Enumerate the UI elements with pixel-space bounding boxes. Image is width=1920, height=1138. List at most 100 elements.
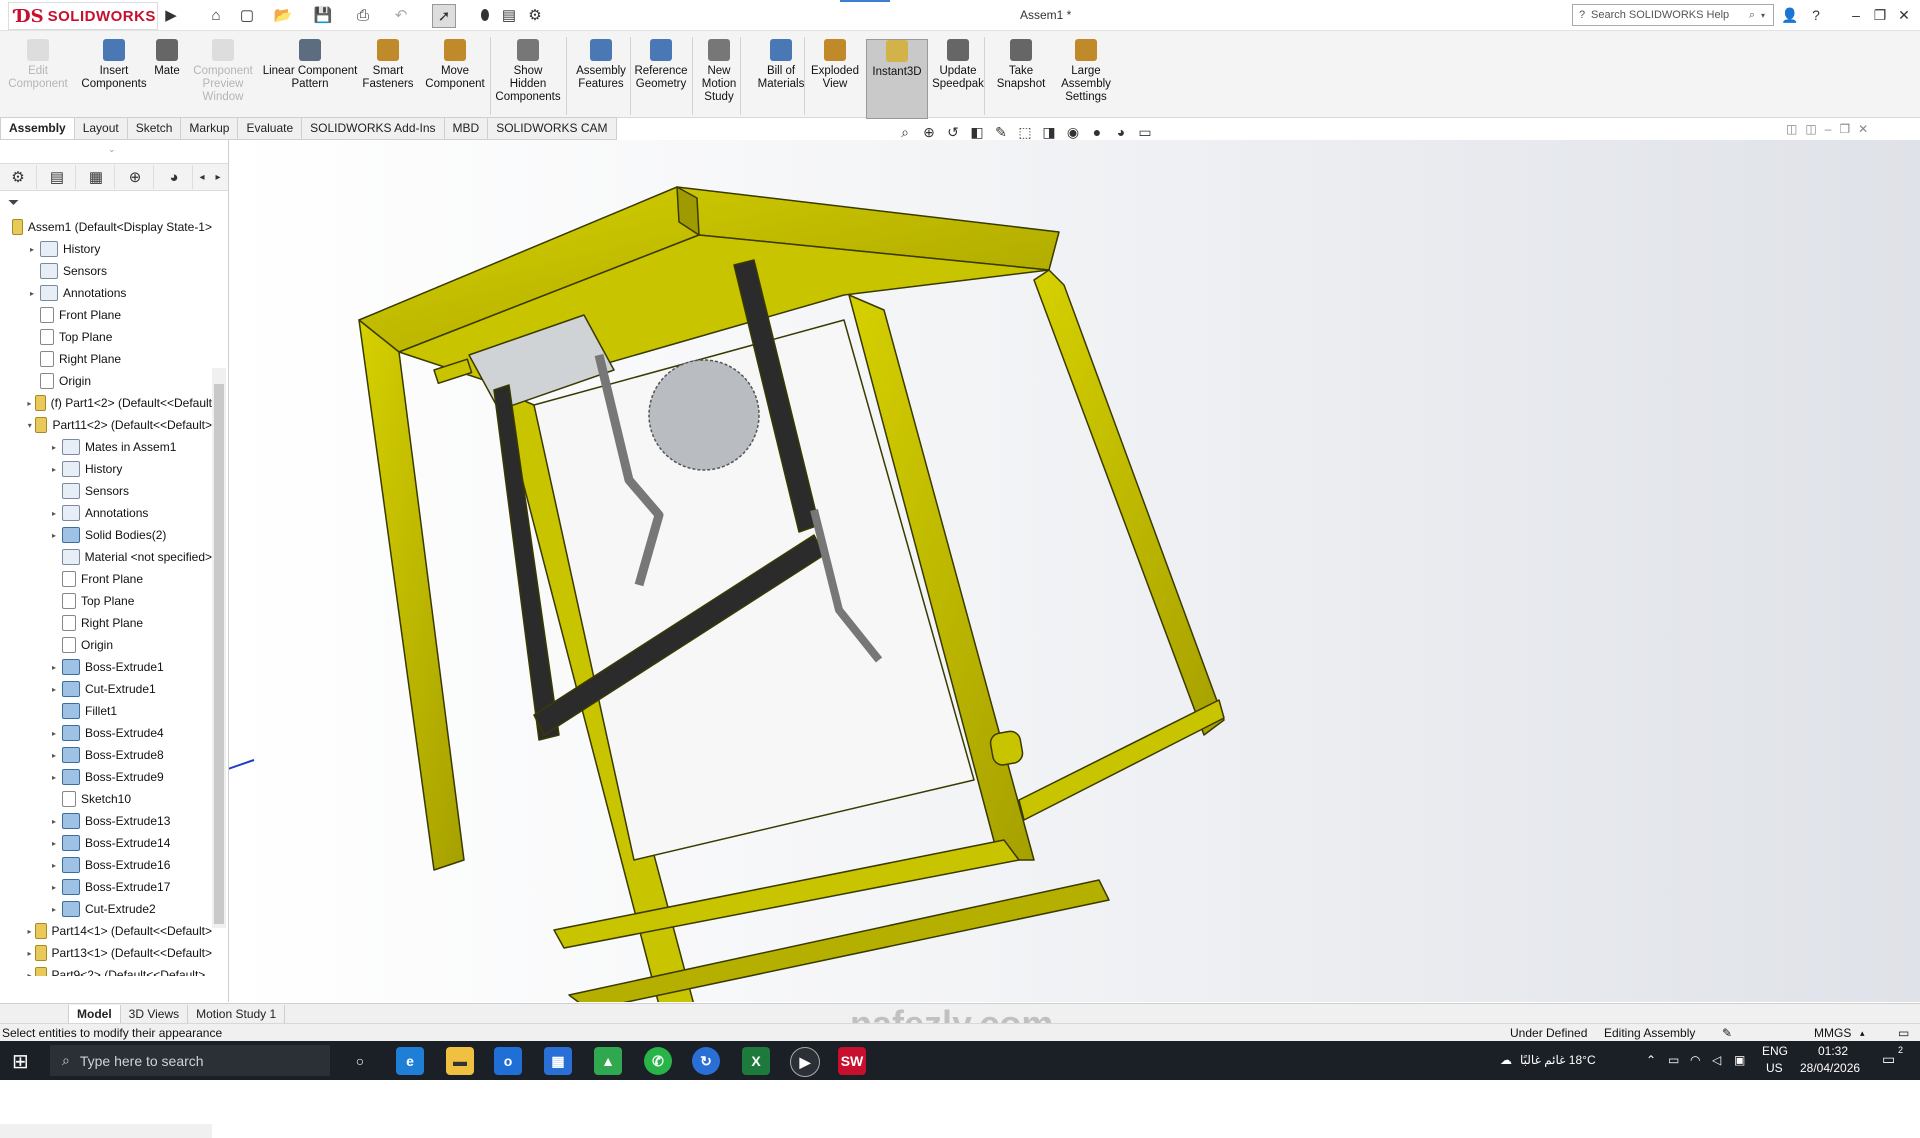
expand-toggle-icon[interactable]: ▸: [48, 883, 60, 892]
ribbon-button-move-component[interactable]: Move Component: [422, 39, 488, 117]
ribbon-button-bill-of-materials[interactable]: Bill of Materials: [756, 39, 806, 117]
whatsapp-icon[interactable]: ✆: [644, 1047, 672, 1075]
rebuild-icon[interactable]: ⬮: [474, 4, 496, 26]
tree-item[interactable]: Right Plane: [0, 612, 212, 634]
tree-item[interactable]: ▸ Solid Bodies(2): [0, 524, 212, 546]
expand-toggle-icon[interactable]: ▸: [48, 531, 60, 540]
ribbon-button-reference-geometry[interactable]: Reference Geometry: [632, 39, 690, 117]
language-top[interactable]: ENG: [1762, 1044, 1788, 1058]
ribbon-button-exploded-view[interactable]: Exploded View: [806, 39, 864, 117]
language-bottom[interactable]: US: [1766, 1061, 1783, 1075]
tree-item[interactable]: ▸ History: [0, 458, 212, 480]
scrollbar-thumb[interactable]: [214, 384, 224, 924]
tree-item[interactable]: ▸ Cut-Extrude2: [0, 898, 212, 920]
dimxpert-tab-icon[interactable]: ⊕: [117, 165, 154, 189]
new-document-icon[interactable]: ▢: [236, 4, 258, 26]
tray-chevron-icon[interactable]: ⌃: [1646, 1053, 1656, 1067]
expand-toggle-icon[interactable]: ▸: [48, 861, 60, 870]
viewport-minimize-icon[interactable]: –: [1825, 122, 1832, 142]
clock-date[interactable]: 28/04/2026: [1800, 1061, 1860, 1075]
command-tab-mbd[interactable]: MBD: [444, 117, 489, 140]
bottom-tab-model[interactable]: Model: [69, 1004, 121, 1024]
tree-item[interactable]: ▸ Mates in Assem1: [0, 436, 212, 458]
help-search-input[interactable]: ? Search SOLIDWORKS Help ⌕ ▾: [1572, 4, 1774, 26]
expand-toggle-icon[interactable]: ▸: [48, 465, 60, 474]
solidworks-logo[interactable]: ƊS SOLIDWORKS: [8, 2, 158, 30]
save-icon[interactable]: 💾: [312, 4, 334, 26]
restore-button[interactable]: ❐: [1868, 4, 1892, 26]
expand-menu-icon[interactable]: ▶: [160, 4, 182, 26]
tree-vertical-scrollbar[interactable]: [212, 368, 226, 928]
search-icon[interactable]: ⌕: [1743, 9, 1761, 22]
tab-navigation-arrows[interactable]: [0, 1004, 69, 1024]
tree-item[interactable]: Sensors: [0, 260, 212, 282]
view-settings-icon[interactable]: ▭: [1135, 122, 1155, 142]
graphics-area[interactable]: ⌂ ▥ 📁 ▦ ◕ ▤ ✉: [229, 140, 1920, 1002]
tree-item[interactable]: ▸ Boss-Extrude16: [0, 854, 212, 876]
file-explorer-icon[interactable]: ▬: [446, 1047, 474, 1075]
clock-time[interactable]: 01:32: [1818, 1044, 1848, 1058]
ribbon-button-linear-component-pattern[interactable]: Linear Component Pattern: [262, 39, 358, 117]
ribbon-button-new-motion-study[interactable]: New Motion Study: [696, 39, 742, 117]
expand-toggle-icon[interactable]: ▸: [48, 839, 60, 848]
taskbar-search-box[interactable]: ⌕ Type here to search: [50, 1045, 330, 1076]
feature-manager-tab-icon[interactable]: ⚙: [0, 165, 37, 189]
user-icon[interactable]: 👤: [1778, 4, 1802, 26]
expand-toggle-icon[interactable]: ▸: [48, 905, 60, 914]
weather-icon[interactable]: ☁: [1500, 1053, 1512, 1067]
tab-scroll-left-icon[interactable]: ◂: [195, 165, 209, 189]
command-tab-solidworks-cam[interactable]: SOLIDWORKS CAM: [488, 117, 617, 140]
previous-view-icon[interactable]: ↺: [943, 122, 963, 142]
ribbon-button-take-snapshot[interactable]: Take Snapshot: [994, 39, 1048, 117]
tree-item[interactable]: ▸ Boss-Extrude14: [0, 832, 212, 854]
tree-item[interactable]: ▸ Boss-Extrude17: [0, 876, 212, 898]
tile-left-icon[interactable]: ◫: [1786, 122, 1797, 142]
tree-item[interactable]: Origin: [0, 634, 212, 656]
help-icon[interactable]: ?: [1804, 4, 1828, 26]
tree-horizontal-scrollbar[interactable]: [0, 1124, 212, 1138]
tree-item[interactable]: Front Plane: [0, 568, 212, 590]
tree-item[interactable]: ▾ Part11<2> (Default<<Default>: [0, 414, 212, 436]
undo-icon[interactable]: ↶: [390, 4, 412, 26]
display-icon[interactable]: ▣: [1734, 1053, 1745, 1067]
select-pointer-icon[interactable]: ➚: [432, 4, 456, 28]
status-bar-toggle-icon[interactable]: ▭: [1898, 1024, 1909, 1042]
expand-toggle-icon[interactable]: ▾: [26, 421, 33, 430]
expand-toggle-icon[interactable]: ▸: [48, 817, 60, 826]
ribbon-button-large-assembly-settings[interactable]: Large Assembly Settings: [1054, 39, 1118, 117]
assembly-model[interactable]: [229, 140, 1920, 1002]
ribbon-button-instant3d[interactable]: Instant3D: [866, 39, 928, 119]
expand-toggle-icon[interactable]: ▸: [26, 399, 33, 408]
tree-item[interactable]: ▸ Annotations: [0, 502, 212, 524]
outlook-icon[interactable]: o: [494, 1047, 522, 1075]
ribbon-button-smart-fasteners[interactable]: Smart Fasteners: [362, 39, 414, 117]
sync-app-icon[interactable]: ↻: [692, 1047, 720, 1075]
configuration-manager-tab-icon[interactable]: ▦: [78, 165, 115, 189]
windows-start-icon[interactable]: ⊞: [12, 1049, 36, 1073]
tree-item[interactable]: Origin: [0, 370, 212, 392]
expand-toggle-icon[interactable]: ▸: [48, 663, 60, 672]
expand-toggle-icon[interactable]: ▸: [48, 773, 60, 782]
wifi-icon[interactable]: ◠: [1690, 1053, 1700, 1067]
tree-item[interactable]: ▸ History: [0, 238, 212, 260]
expand-toggle-icon[interactable]: ▸: [26, 927, 33, 936]
ribbon-button-edit-component[interactable]: Edit Component: [8, 39, 68, 117]
command-tab-markup[interactable]: Markup: [181, 117, 239, 140]
tree-item[interactable]: Sensors: [0, 480, 212, 502]
expand-toggle-icon[interactable]: ▸: [48, 729, 60, 738]
google-drive-icon[interactable]: ▲: [594, 1047, 622, 1075]
tree-item[interactable]: ▸ Boss-Extrude8: [0, 744, 212, 766]
viewport-close-icon[interactable]: ✕: [1858, 122, 1868, 142]
property-manager-tab-icon[interactable]: ▤: [39, 165, 76, 189]
solidworks-taskbar-icon[interactable]: SW: [838, 1047, 866, 1075]
notification-icon[interactable]: ▭: [1882, 1051, 1895, 1068]
expand-toggle-icon[interactable]: ▸: [48, 509, 60, 518]
file-properties-icon[interactable]: ▤: [498, 4, 520, 26]
minimize-button[interactable]: –: [1844, 4, 1868, 26]
command-tab-sketch[interactable]: Sketch: [127, 117, 182, 140]
view-orientation-icon[interactable]: ⬚: [1015, 122, 1035, 142]
tree-item[interactable]: ▸ Cut-Extrude1: [0, 678, 212, 700]
bottom-tab-3d-views[interactable]: 3D Views: [121, 1004, 189, 1024]
weather-text[interactable]: 18°C غائم غالبًا: [1520, 1053, 1596, 1067]
tree-item[interactable]: ▸ Part14<1> (Default<<Default>: [0, 920, 212, 942]
